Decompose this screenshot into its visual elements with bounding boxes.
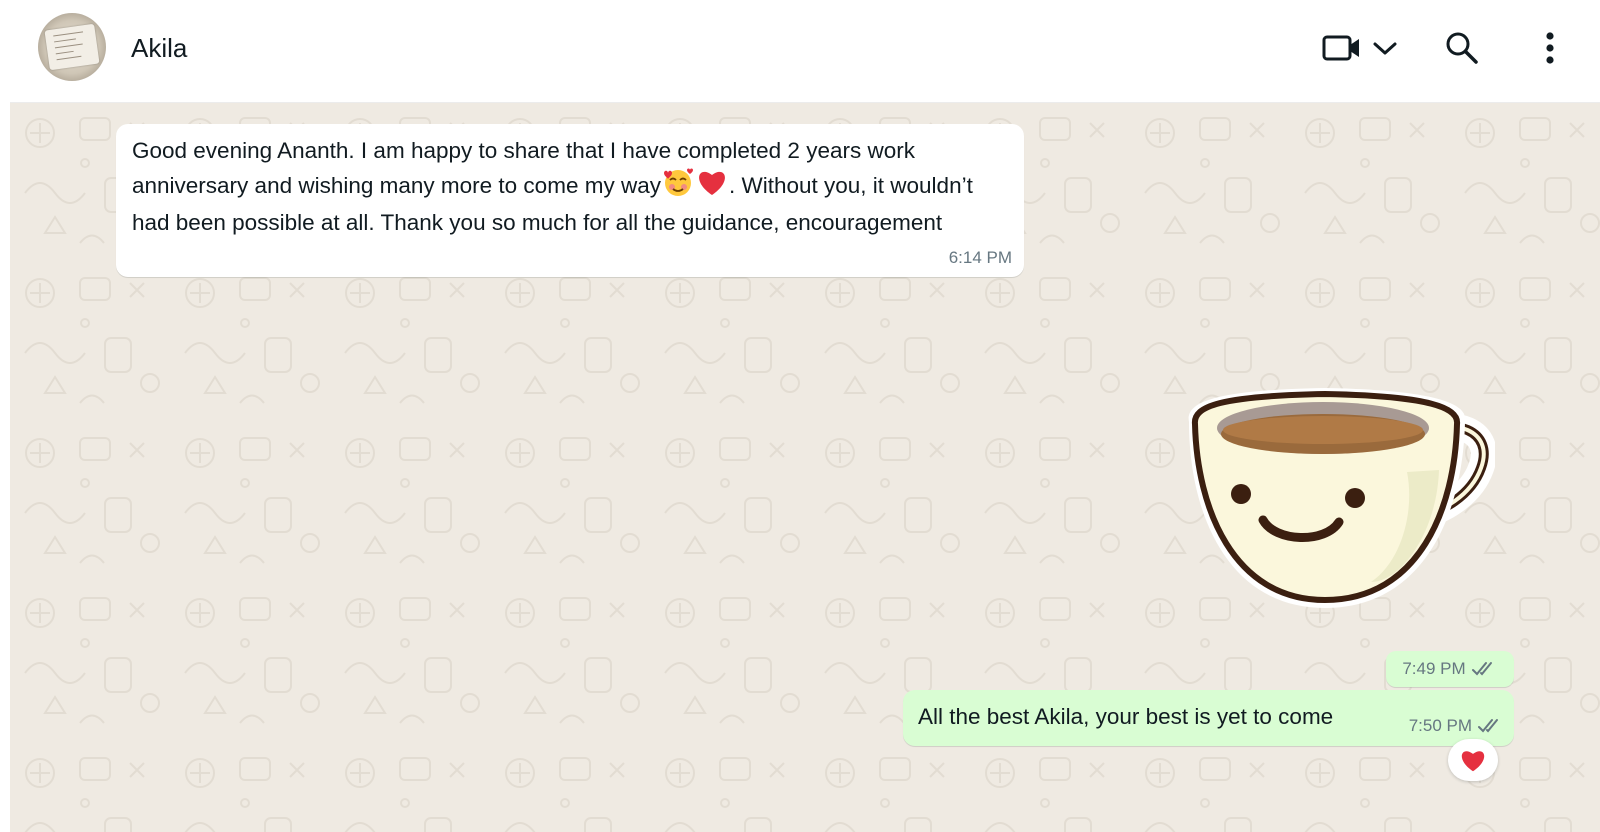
avatar[interactable] [38, 13, 106, 81]
smiling-coffee-cup-sticker[interactable] [1175, 382, 1495, 612]
heart-reaction[interactable] [1448, 739, 1498, 781]
message-time: 7:50 PM [1408, 716, 1472, 735]
video-camera-icon [1322, 35, 1359, 61]
contact-name[interactable]: Akila [131, 33, 187, 64]
message-time: 6:14 PM [948, 248, 1012, 267]
red-heart-icon [1461, 751, 1485, 772]
chat-panel[interactable]: Good evening Ananth. I am happy to share… [10, 103, 1600, 832]
red-heart-emoji [695, 167, 729, 206]
chat-header[interactable]: Akila [10, 0, 1600, 103]
chevron-down-icon [1373, 42, 1397, 55]
kebab-menu-icon [1546, 32, 1554, 64]
incoming-message-bubble[interactable]: Good evening Ananth. I am happy to share… [116, 124, 1024, 277]
message-time: 7:49 PM [1402, 659, 1466, 678]
video-call-button[interactable] [1320, 26, 1400, 70]
sticker-time-pill: 7:49 PM [1386, 651, 1514, 687]
double-check-icon [1471, 662, 1492, 676]
message-text: Good evening Ananth. I am happy to share… [132, 134, 1012, 239]
smiling-face-with-hearts-emoji [661, 167, 695, 206]
double-check-icon [1478, 719, 1498, 733]
search-icon [1446, 32, 1478, 64]
menu-button[interactable] [1538, 26, 1562, 70]
outgoing-message-bubble[interactable]: All the best Akila, your best is yet to … [903, 690, 1514, 746]
message-meta: 7:50 PM [1409, 716, 1504, 736]
message-text: All the best Akila, your best is yet to … [918, 704, 1334, 729]
search-button[interactable] [1440, 26, 1484, 70]
avatar-photo [44, 23, 100, 71]
